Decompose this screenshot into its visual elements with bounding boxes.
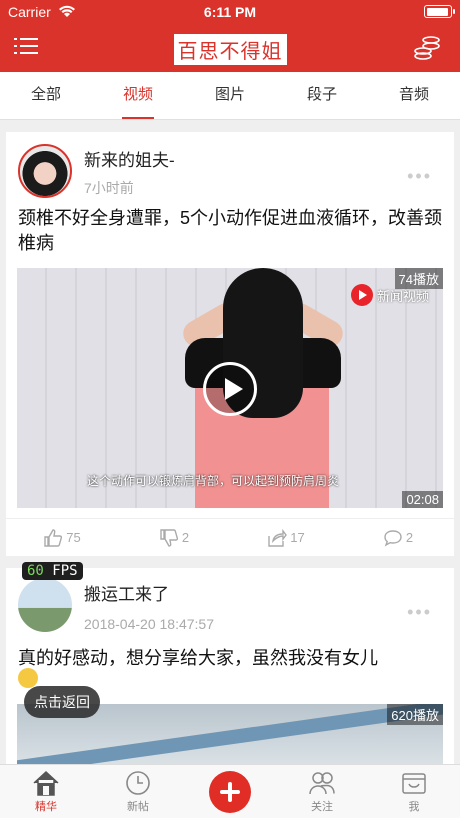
more-options-icon[interactable]: ••• bbox=[407, 166, 432, 187]
tabbar-item-me[interactable]: 我 bbox=[368, 765, 460, 818]
post-username[interactable]: 新来的姐夫- bbox=[84, 146, 175, 171]
back-button[interactable]: 点击返回 bbox=[24, 686, 100, 718]
avatar[interactable] bbox=[18, 144, 72, 198]
dislike-count: 2 bbox=[181, 530, 190, 545]
video-duration: 02:08 bbox=[402, 491, 443, 508]
share-button[interactable]: 17 bbox=[230, 519, 342, 556]
status-bar: Carrier 6:11 PM bbox=[0, 0, 460, 24]
app-title-text: 百思不得姐 bbox=[173, 34, 287, 65]
post-card: 新来的姐夫- 7小时前 ••• 颈椎不好全身遭罪，5个小动作促进血液循环，改善颈… bbox=[6, 132, 454, 556]
tab-pictures[interactable]: 图片 bbox=[184, 72, 276, 119]
app-title: 百思不得姐 bbox=[0, 34, 460, 65]
play-icon[interactable] bbox=[203, 362, 257, 416]
fps-value: 60 bbox=[27, 563, 44, 579]
tabbar-label: 精华 bbox=[35, 801, 57, 813]
comment-button[interactable]: 2 bbox=[342, 519, 454, 556]
coin-stack-icon[interactable] bbox=[414, 34, 440, 60]
like-count: 75 bbox=[66, 530, 81, 545]
tabbar-label: 新帖 bbox=[127, 801, 149, 813]
tabbar-label: 我 bbox=[408, 801, 420, 813]
emoji-icon bbox=[18, 668, 38, 688]
fps-indicator: 60 FPS bbox=[22, 562, 83, 580]
battery-icon bbox=[424, 5, 455, 18]
tab-all[interactable]: 全部 bbox=[0, 72, 92, 119]
post-actions: 75 2 17 2 bbox=[6, 518, 454, 556]
post-card: 搬运工来了 2018-04-20 18:47:57 ••• 真的好感动，想分享给… bbox=[6, 568, 454, 774]
clock-icon bbox=[126, 771, 150, 795]
dislike-button[interactable]: 2 bbox=[118, 519, 230, 556]
bottom-tab-bar: 精华 新帖 关注 我 bbox=[0, 764, 460, 818]
post-text: 颈椎不好全身遭罪，5个小动作促进血液循环，改善颈椎病 bbox=[18, 208, 443, 253]
plus-icon[interactable] bbox=[209, 771, 251, 813]
nav-bar: Carrier 6:11 PM 百思不得姐 bbox=[0, 0, 460, 72]
house-icon bbox=[33, 770, 59, 796]
tab-audio[interactable]: 音频 bbox=[368, 72, 460, 119]
play-count: 620播放 bbox=[387, 704, 443, 725]
video-brand-icon bbox=[350, 284, 373, 306]
tabbar-item-following[interactable]: 关注 bbox=[276, 765, 368, 818]
post-time: 7小时前 bbox=[84, 180, 134, 196]
share-count: 17 bbox=[290, 530, 305, 545]
tabbar-item-publish[interactable] bbox=[184, 765, 276, 818]
like-button[interactable]: 75 bbox=[6, 519, 118, 556]
avatar[interactable] bbox=[18, 578, 72, 632]
category-tabs: 全部 视频 图片 段子 音频 bbox=[0, 72, 460, 120]
thumbs-up-icon bbox=[44, 528, 63, 547]
post-text: 真的好感动，想分享给大家，虽然我没有女儿 bbox=[18, 648, 378, 668]
inbox-icon bbox=[402, 773, 426, 794]
thumbnail-figure-sleeve bbox=[301, 338, 341, 388]
tabbar-item-new[interactable]: 新帖 bbox=[92, 765, 184, 818]
thumbs-down-icon bbox=[160, 528, 178, 547]
tab-video[interactable]: 视频 bbox=[92, 72, 184, 119]
comment-icon bbox=[384, 529, 402, 547]
clock-label: 6:11 PM bbox=[203, 4, 257, 20]
tabbar-item-featured[interactable]: 精华 bbox=[0, 765, 92, 818]
more-options-icon[interactable]: ••• bbox=[407, 602, 432, 623]
tab-jokes[interactable]: 段子 bbox=[276, 72, 368, 119]
tabbar-label: 关注 bbox=[311, 801, 333, 813]
post-username[interactable]: 搬运工来了 bbox=[84, 580, 169, 605]
post-time: 2018-04-20 18:47:57 bbox=[84, 616, 214, 632]
video-subtitle: 这个动作可以锻炼肩背部，可以起到预防肩周炎 bbox=[87, 474, 340, 488]
share-icon bbox=[268, 528, 288, 547]
play-count: 74播放 bbox=[394, 268, 443, 289]
fps-unit: FPS bbox=[52, 563, 78, 579]
comment-count: 2 bbox=[405, 530, 414, 545]
people-icon bbox=[309, 772, 335, 795]
video-player[interactable]: 新闻视频 这个动作可以锻炼肩背部，可以起到预防肩周炎 74播放 02:08 bbox=[17, 268, 443, 508]
